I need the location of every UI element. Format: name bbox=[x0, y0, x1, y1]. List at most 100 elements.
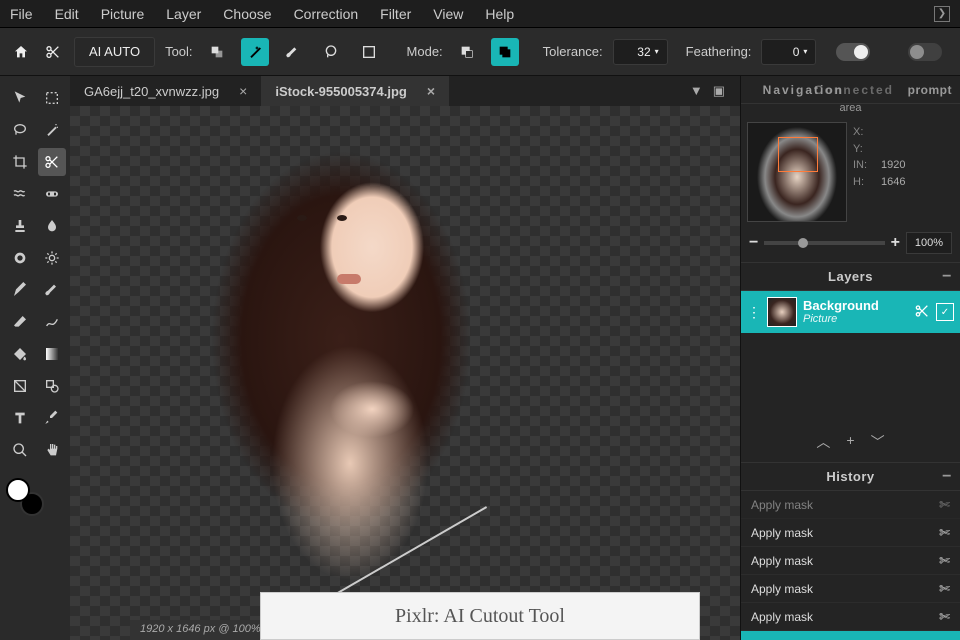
toggle-b[interactable] bbox=[908, 43, 942, 61]
color-swatches[interactable] bbox=[6, 478, 44, 516]
hand-tool[interactable] bbox=[38, 436, 66, 464]
eraser-tool[interactable] bbox=[6, 308, 34, 336]
layer-up-icon[interactable]: ︿ bbox=[816, 432, 830, 452]
layer-down-icon[interactable]: ﹀ bbox=[871, 432, 885, 452]
status-dimensions: 1920 x 1646 px @ 100% bbox=[130, 620, 271, 640]
layer-visibility-toggle[interactable]: ✓ bbox=[936, 303, 954, 321]
dodge-tool[interactable] bbox=[6, 244, 34, 272]
tolerance-input[interactable]: 32▾ bbox=[613, 39, 668, 65]
fill-tool[interactable] bbox=[6, 340, 34, 368]
tab-label: GA6ejj_t20_xvnwzz.jpg bbox=[84, 84, 219, 99]
menu-correction[interactable]: Correction bbox=[294, 6, 359, 22]
tool-label: Tool: bbox=[165, 44, 192, 59]
tolerance-label: Tolerance: bbox=[543, 44, 603, 59]
menu-help[interactable]: Help bbox=[485, 6, 514, 22]
history-item[interactable]: Apply mask✄ bbox=[741, 491, 960, 519]
crop-tool[interactable] bbox=[6, 148, 34, 176]
history-panel: Apply mask✄ Apply mask✄ Apply mask✄ Appl… bbox=[741, 491, 960, 640]
marquee-tool[interactable] bbox=[38, 84, 66, 112]
cut-icon[interactable] bbox=[42, 41, 64, 63]
layer-add-icon[interactable]: + bbox=[846, 432, 854, 452]
zoom-tool[interactable] bbox=[6, 436, 34, 464]
navigator-viewport[interactable] bbox=[778, 137, 818, 172]
menu-choose[interactable]: Choose bbox=[223, 6, 271, 22]
collapse-icon[interactable]: − bbox=[942, 468, 952, 486]
blur-tool[interactable] bbox=[38, 212, 66, 240]
history-item[interactable]: Apply mask✄ bbox=[741, 631, 960, 640]
smudge-tool[interactable] bbox=[38, 308, 66, 336]
cut-icon: ✄ bbox=[939, 553, 950, 569]
layers-panel-header[interactable]: Layers − bbox=[741, 263, 960, 291]
layer-type: Picture bbox=[803, 313, 908, 325]
magic-wand-tool[interactable] bbox=[38, 116, 66, 144]
history-panel-header[interactable]: History − bbox=[741, 463, 960, 491]
menu-bar: File Edit Picture Layer Choose Correctio… bbox=[0, 0, 960, 28]
history-item[interactable]: Apply mask✄ bbox=[741, 575, 960, 603]
lasso-tool[interactable] bbox=[6, 116, 34, 144]
menu-view[interactable]: View bbox=[433, 6, 463, 22]
gradient-tool[interactable] bbox=[38, 340, 66, 368]
tab-dropdown-icon[interactable]: ▼ bbox=[690, 83, 703, 99]
pen-tool[interactable] bbox=[6, 276, 34, 304]
navigator-info: X: Y: IN:1920 H:1646 bbox=[853, 122, 905, 222]
shape-rect-tool[interactable] bbox=[6, 372, 34, 400]
navigator-thumbnail[interactable] bbox=[747, 122, 847, 222]
layer-cut-icon[interactable] bbox=[914, 303, 930, 322]
shape-tool[interactable] bbox=[38, 372, 66, 400]
tool-lasso-icon[interactable] bbox=[317, 38, 345, 66]
document-tab[interactable]: GA6ejj_t20_xvnwzz.jpg × bbox=[70, 76, 261, 106]
cut-tool[interactable] bbox=[38, 148, 66, 176]
ai-auto-button[interactable]: AI AUTO bbox=[74, 37, 155, 67]
heal-tool[interactable] bbox=[38, 180, 66, 208]
menu-layer[interactable]: Layer bbox=[166, 6, 201, 22]
mode-subtract-icon[interactable] bbox=[491, 38, 519, 66]
tool-rect-icon[interactable] bbox=[355, 38, 383, 66]
collapse-icon[interactable]: − bbox=[942, 268, 952, 286]
brush-tool[interactable] bbox=[38, 276, 66, 304]
canvas-image bbox=[130, 96, 570, 636]
tool-options-bar: AI AUTO Tool: Mode: Tolerance: 32▾ Feath… bbox=[0, 28, 960, 76]
collapse-panel-icon[interactable]: ❯ bbox=[934, 6, 950, 22]
foreground-color[interactable] bbox=[6, 478, 30, 502]
cut-icon: ✄ bbox=[939, 609, 950, 625]
caption-overlay: Pixlr: AI Cutout Tool bbox=[260, 592, 700, 640]
stamp-tool[interactable] bbox=[6, 212, 34, 240]
workspace: GA6ejj_t20_xvnwzz.jpg × iStock-955005374… bbox=[70, 76, 740, 640]
toggle-a[interactable] bbox=[836, 43, 870, 61]
home-icon[interactable] bbox=[10, 41, 32, 63]
cut-icon: ✄ bbox=[939, 497, 950, 513]
zoom-percent[interactable]: 100% bbox=[906, 232, 952, 254]
menu-filter[interactable]: Filter bbox=[380, 6, 411, 22]
layer-row[interactable]: ⋮ Background Picture ✓ bbox=[741, 291, 960, 333]
close-icon[interactable]: × bbox=[239, 83, 247, 99]
menu-edit[interactable]: Edit bbox=[55, 6, 79, 22]
prompt-label: prompt bbox=[908, 83, 952, 97]
menu-picture[interactable]: Picture bbox=[101, 6, 145, 22]
tool-brush-icon[interactable] bbox=[279, 38, 307, 66]
pointer-tool[interactable] bbox=[6, 84, 34, 112]
liquify-tool[interactable] bbox=[6, 180, 34, 208]
layers-panel: ⋮ Background Picture ✓ bbox=[741, 291, 960, 333]
zoom-slider[interactable] bbox=[764, 241, 884, 245]
text-tool[interactable] bbox=[6, 404, 34, 432]
eyedropper-tool[interactable] bbox=[38, 404, 66, 432]
document-tabs: GA6ejj_t20_xvnwzz.jpg × iStock-955005374… bbox=[70, 76, 740, 106]
history-item[interactable]: Apply mask✄ bbox=[741, 547, 960, 575]
menu-file[interactable]: File bbox=[10, 6, 33, 22]
top-status-bar: NavigationConnected prompt bbox=[741, 76, 960, 104]
tab-grid-icon[interactable]: ▣ bbox=[713, 83, 725, 99]
mode-add-icon[interactable] bbox=[453, 38, 481, 66]
history-item[interactable]: Apply mask✄ bbox=[741, 603, 960, 631]
nav-title: NavigationConnected bbox=[763, 83, 894, 97]
layer-thumbnail[interactable] bbox=[767, 297, 797, 327]
zoom-out-button[interactable]: − bbox=[749, 234, 758, 252]
feathering-input[interactable]: 0▾ bbox=[761, 39, 816, 65]
tool-shape-icon[interactable] bbox=[203, 38, 231, 66]
drag-handle-icon[interactable]: ⋮ bbox=[747, 304, 761, 321]
adjust-tool[interactable] bbox=[38, 244, 66, 272]
canvas[interactable]: 1920 x 1646 px @ 100% bbox=[70, 106, 740, 640]
tool-magic-icon[interactable] bbox=[241, 38, 269, 66]
history-item[interactable]: Apply mask✄ bbox=[741, 519, 960, 547]
close-icon[interactable]: × bbox=[427, 83, 435, 99]
zoom-in-button[interactable]: + bbox=[891, 234, 900, 252]
